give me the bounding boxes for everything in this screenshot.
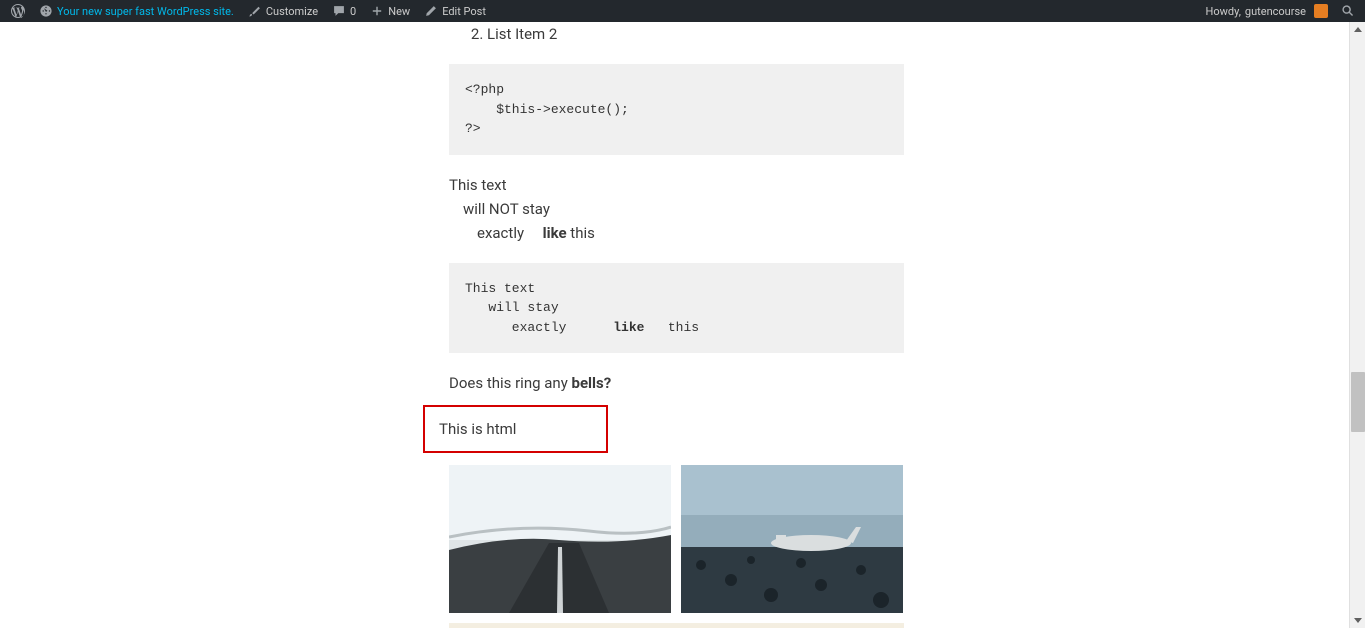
code-block-pre: This text will stay exactly like this [449, 263, 904, 354]
plus-icon [370, 4, 384, 18]
new-content-menu[interactable]: New [363, 0, 417, 22]
pencil-icon [424, 4, 438, 18]
wp-logo-menu[interactable] [4, 0, 32, 22]
gallery [449, 465, 904, 628]
user-name: gutencourse [1245, 5, 1306, 18]
ordered-list: List Item 2 [449, 22, 904, 46]
scrollbar-thumb[interactable] [1351, 372, 1365, 432]
howdy-menu[interactable]: Howdy, gutencourse [1199, 0, 1335, 22]
new-label: New [388, 5, 410, 18]
site-name-menu[interactable]: Your new super fast WordPress site. [32, 0, 241, 22]
scroll-down-arrow[interactable] [1350, 612, 1365, 628]
scroll-up-arrow[interactable] [1350, 22, 1365, 38]
code-block-php: <?php $this->execute(); ?> [449, 64, 904, 155]
list-item: List Item 2 [487, 22, 904, 46]
comment-count: 0 [350, 5, 356, 18]
paragraph: This text will NOT stay exactly like thi… [449, 173, 904, 245]
scrollbar-track[interactable] [1349, 22, 1365, 628]
dashboard-icon [39, 4, 53, 18]
gallery-image-2 [681, 465, 903, 613]
customize-label: Customize [266, 5, 318, 18]
gallery-image-1 [449, 465, 671, 613]
comment-icon [332, 4, 346, 18]
html-block-highlight: This is html [423, 405, 608, 453]
page-viewport: List Item 2 <?php $this->execute(); ?> T… [0, 22, 1365, 628]
post-content: List Item 2 <?php $this->execute(); ?> T… [449, 22, 904, 628]
comments-menu[interactable]: 0 [325, 0, 363, 22]
customize-menu[interactable]: Customize [241, 0, 325, 22]
brush-icon [248, 4, 262, 18]
search-icon [1341, 4, 1355, 18]
edit-post-menu[interactable]: Edit Post [417, 0, 493, 22]
avatar [1314, 4, 1328, 18]
gallery-image-3 [449, 623, 904, 628]
edit-label: Edit Post [442, 5, 486, 18]
html-block-text: This is html [439, 420, 516, 438]
admin-bar-left: Your new super fast WordPress site. Cust… [4, 0, 493, 22]
admin-bar-right: Howdy, gutencourse [1199, 0, 1361, 22]
paragraph-bells: Does this ring any bells? [449, 371, 904, 395]
search-menu[interactable] [1335, 0, 1361, 22]
howdy-prefix: Howdy, [1206, 5, 1241, 18]
admin-bar: Your new super fast WordPress site. Cust… [0, 0, 1365, 22]
wordpress-icon [11, 4, 25, 18]
site-title: Your new super fast WordPress site. [57, 5, 234, 18]
